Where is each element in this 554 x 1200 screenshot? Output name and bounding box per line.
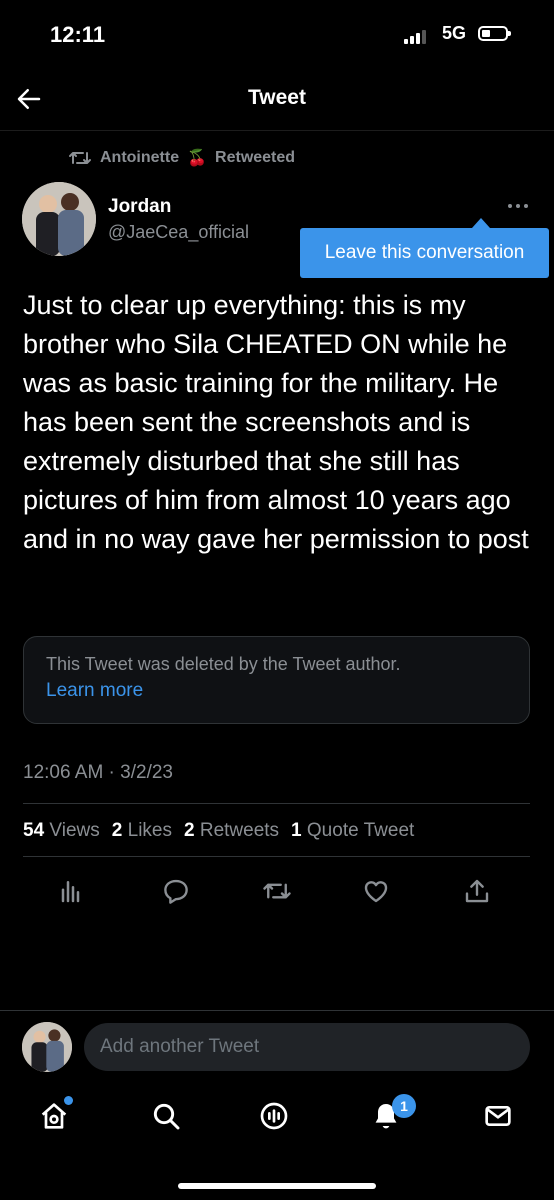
reply-icon[interactable] bbox=[161, 876, 191, 906]
likes-count: 2 bbox=[111, 820, 123, 841]
author-name[interactable]: Jordan bbox=[108, 196, 171, 218]
home-unread-dot bbox=[64, 1096, 73, 1105]
divider bbox=[23, 856, 530, 857]
deleted-tweet-notice: This Tweet was deleted by the Tweet auth… bbox=[23, 636, 530, 724]
tweet-stats: 54 Views 2 Likes 2 Retweets 1 Quote Twee… bbox=[23, 820, 414, 842]
retweets-stat[interactable]: 2 Retweets bbox=[184, 820, 279, 842]
divider bbox=[23, 803, 530, 804]
retweet-icon[interactable] bbox=[262, 876, 292, 906]
reply-input[interactable]: Add another Tweet bbox=[84, 1023, 530, 1071]
divider bbox=[0, 1010, 554, 1011]
deleted-notice-text: This Tweet was deleted by the Tweet auth… bbox=[46, 654, 401, 674]
views-stat[interactable]: 54 Views bbox=[23, 820, 100, 842]
quotes-label: Quote Tweet bbox=[306, 820, 415, 841]
share-icon[interactable] bbox=[462, 876, 492, 906]
learn-more-link[interactable]: Learn more bbox=[46, 680, 143, 702]
like-icon[interactable] bbox=[361, 876, 391, 906]
retweeter-name: Antoinette bbox=[100, 149, 180, 166]
author-avatar[interactable] bbox=[22, 182, 96, 256]
tooltip-arrow bbox=[472, 218, 490, 228]
views-label: Views bbox=[49, 820, 100, 841]
author-handle[interactable]: @JaeCea_official bbox=[108, 222, 249, 243]
network-label: 5G bbox=[442, 23, 467, 43]
battery-icon bbox=[478, 26, 511, 41]
reply-placeholder: Add another Tweet bbox=[100, 1036, 260, 1057]
messages-icon[interactable] bbox=[482, 1100, 514, 1132]
header-divider bbox=[0, 130, 554, 131]
retweet-context[interactable]: Antoinette 🍒 Retweeted bbox=[68, 148, 295, 168]
status-time: 12:11 bbox=[50, 22, 106, 47]
views-icon[interactable] bbox=[58, 876, 88, 906]
signal-icon bbox=[404, 30, 426, 44]
notification-badge: 1 bbox=[392, 1094, 416, 1118]
retweets-count: 2 bbox=[183, 820, 195, 841]
home-icon[interactable] bbox=[38, 1100, 70, 1132]
home-indicator bbox=[178, 1183, 376, 1189]
page-title: Tweet bbox=[248, 86, 306, 109]
back-arrow-icon[interactable] bbox=[14, 84, 44, 114]
spaces-icon[interactable] bbox=[258, 1100, 290, 1132]
retweet-icon bbox=[69, 152, 91, 164]
tweet-text: Just to clear up everything: this is my … bbox=[23, 290, 529, 554]
user-avatar[interactable] bbox=[22, 1022, 72, 1072]
cherry-emoji: 🍒 bbox=[187, 150, 208, 167]
retweets-label: Retweets bbox=[199, 820, 280, 841]
likes-label: Likes bbox=[127, 820, 172, 841]
more-icon[interactable] bbox=[505, 196, 531, 216]
leave-conversation-tooltip[interactable]: Leave this conversation bbox=[300, 228, 549, 278]
views-count: 54 bbox=[23, 820, 45, 841]
retweeted-label: Retweeted bbox=[215, 149, 296, 166]
quotes-count: 1 bbox=[291, 820, 302, 841]
quotes-stat[interactable]: 1 Quote Tweet bbox=[291, 820, 414, 842]
tweet-timestamp: 12:06 AM · 3/2/23 bbox=[23, 762, 173, 783]
likes-stat[interactable]: 2 Likes bbox=[112, 820, 172, 842]
search-icon[interactable] bbox=[150, 1100, 182, 1132]
